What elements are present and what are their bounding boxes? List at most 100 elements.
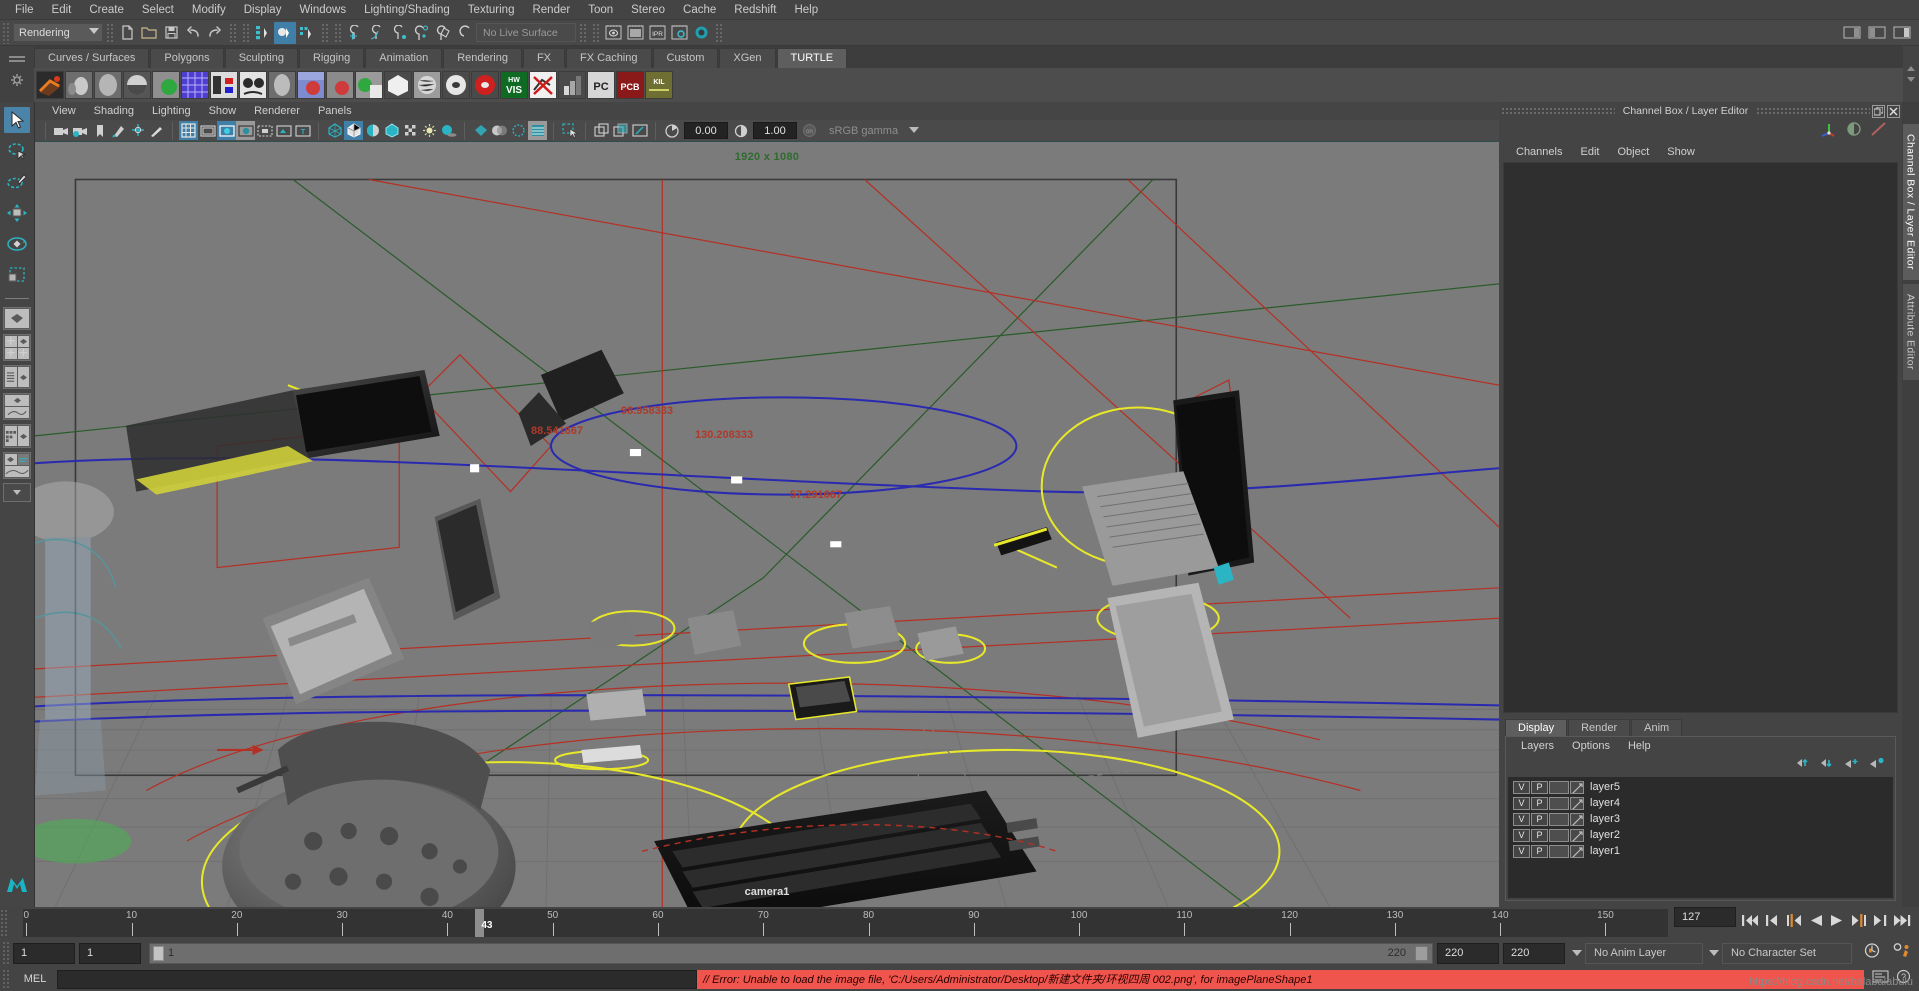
viewport-menu-renderer[interactable]: Renderer xyxy=(245,105,309,117)
layout-outliner-persp[interactable] xyxy=(3,365,31,389)
panel-drag-dots-left[interactable] xyxy=(1501,106,1615,116)
redo-icon[interactable] xyxy=(204,22,226,44)
contrast-toggle-icon[interactable] xyxy=(1846,121,1862,142)
exposure-field[interactable]: 0.00 xyxy=(684,122,728,139)
grid-toggle-icon[interactable] xyxy=(179,121,198,140)
channelbox-menu-object[interactable]: Object xyxy=(1608,146,1658,158)
character-set-combobox[interactable]: No Character Set xyxy=(1722,942,1852,964)
step-back-button[interactable] xyxy=(1766,914,1780,932)
shelf-icon-ambient-occlusion[interactable] xyxy=(268,71,296,99)
shadows-toggle-icon[interactable] xyxy=(439,121,458,140)
shelf-tab-rendering[interactable]: Rendering xyxy=(443,48,522,68)
motion-blur-icon[interactable] xyxy=(490,121,509,140)
shelf-icon-bar-chart[interactable] xyxy=(558,71,586,99)
menu-toon[interactable]: Toon xyxy=(579,2,622,18)
table-row[interactable]: V P layer3 xyxy=(1508,811,1893,827)
layout-single-perspective[interactable] xyxy=(3,307,31,330)
shelf-tab-xgen[interactable]: XGen xyxy=(719,48,776,68)
shelf-tab-fx-caching[interactable]: FX Caching xyxy=(566,48,652,68)
shelf-icon-pcb[interactable]: PCB xyxy=(616,71,644,99)
layer-color-swatch[interactable] xyxy=(1570,828,1584,842)
viewport-snapshot-icon[interactable] xyxy=(611,121,630,140)
step-forward-button[interactable] xyxy=(1873,914,1887,932)
use-all-lights-icon[interactable] xyxy=(420,121,439,140)
snap-to-grid-icon[interactable] xyxy=(344,22,366,44)
range-slider-bar[interactable]: 1 220 xyxy=(149,942,1433,964)
wireframe-shading-icon[interactable] xyxy=(325,121,344,140)
render-view-icon[interactable] xyxy=(602,22,624,44)
edit-curve-icon[interactable] xyxy=(1870,121,1888,142)
layer-playback-toggle[interactable]: P xyxy=(1531,828,1548,842)
layer-playback-toggle[interactable]: P xyxy=(1531,812,1548,826)
snap-to-view-plane-icon[interactable] xyxy=(432,22,454,44)
resolution-gate-icon[interactable] xyxy=(217,121,236,140)
show-hide-attribute-editor-icon[interactable] xyxy=(1841,22,1863,44)
table-row[interactable]: V P layer4 xyxy=(1508,795,1893,811)
shelf-icon-torus-red[interactable] xyxy=(471,71,499,99)
layer-name[interactable]: layer1 xyxy=(1590,845,1620,857)
layer-shading-toggle[interactable] xyxy=(1549,812,1569,826)
layout-persp-graph[interactable] xyxy=(3,393,31,420)
anti-alias-icon[interactable] xyxy=(509,121,528,140)
channelbox-menu-show[interactable]: Show xyxy=(1658,146,1704,158)
color-space-combobox[interactable]: sRGB gamma xyxy=(823,122,923,139)
make-live-icon[interactable] xyxy=(454,22,476,44)
layer-shading-toggle[interactable] xyxy=(1549,796,1569,810)
next-key-button[interactable] xyxy=(1851,914,1866,932)
menu-create[interactable]: Create xyxy=(80,2,133,18)
two-d-pan-zoom-icon[interactable] xyxy=(128,121,147,140)
layer-playback-toggle[interactable]: P xyxy=(1531,796,1548,810)
table-row[interactable]: V P layer1 xyxy=(1508,843,1893,859)
color-management-toggle-icon[interactable]: on xyxy=(800,121,819,140)
use-default-material-icon[interactable] xyxy=(382,121,401,140)
channelbox-menu-channels[interactable]: Channels xyxy=(1507,146,1571,158)
layer-name[interactable]: layer4 xyxy=(1590,797,1620,809)
layout-more-button[interactable] xyxy=(3,483,31,502)
layer-color-swatch[interactable] xyxy=(1570,812,1584,826)
display-layer-list[interactable]: V P layer5 V P layer4 V P layer3 V P lay… xyxy=(1508,777,1893,898)
new-scene-icon[interactable] xyxy=(116,22,138,44)
display-layer-copy-icon[interactable] xyxy=(592,121,611,140)
side-tab-attribute-editor[interactable]: Attribute Editor xyxy=(1902,283,1919,380)
viewport-menu-lighting[interactable]: Lighting xyxy=(143,105,200,117)
exposure-icon[interactable] xyxy=(662,121,681,140)
anim-layer-combobox[interactable]: No Anim Layer xyxy=(1585,942,1703,964)
move-layer-up-icon[interactable] xyxy=(1796,756,1811,774)
snap-to-point-icon[interactable] xyxy=(388,22,410,44)
perspective-viewport[interactable]: x y 1920 x 1080 camera1 98.958333 88.541… xyxy=(35,142,1499,907)
go-to-end-button[interactable] xyxy=(1894,914,1911,932)
playback-start-time-field[interactable]: 1 xyxy=(79,942,141,964)
move-tool-button[interactable] xyxy=(4,200,30,226)
save-scene-icon[interactable] xyxy=(160,22,182,44)
layer-shading-toggle[interactable] xyxy=(1549,828,1569,842)
animation-end-time-field[interactable]: 220 xyxy=(1503,942,1565,964)
layer-playback-toggle[interactable]: P xyxy=(1531,780,1548,794)
gate-mask-icon[interactable] xyxy=(236,121,255,140)
layer-name[interactable]: layer3 xyxy=(1590,813,1620,825)
undo-icon[interactable] xyxy=(182,22,204,44)
go-to-start-button[interactable] xyxy=(1742,914,1759,932)
film-gate-mask-icon[interactable] xyxy=(255,121,274,140)
layer-tab-anim[interactable]: Anim xyxy=(1631,719,1683,736)
menu-redshift[interactable]: Redshift xyxy=(725,2,785,18)
playback-end-time-field[interactable]: 220 xyxy=(1437,942,1499,964)
shelf-scroll-up-icon[interactable] xyxy=(1907,66,1915,71)
select-tool-button[interactable] xyxy=(4,107,30,133)
command-line-grip[interactable] xyxy=(2,969,11,989)
shelf-tab-fx[interactable]: FX xyxy=(522,48,566,68)
show-hide-tool-settings-icon[interactable] xyxy=(1866,22,1888,44)
shelf-icon-render-preview-1[interactable] xyxy=(297,71,325,99)
shelf-icon-render-preview-2[interactable] xyxy=(326,71,354,99)
isolate-select-icon[interactable] xyxy=(560,121,579,140)
table-row[interactable]: V P layer5 xyxy=(1508,779,1893,795)
menu-help[interactable]: Help xyxy=(785,2,827,18)
shade-wireframe-icon[interactable] xyxy=(363,121,382,140)
display-textures-icon[interactable] xyxy=(528,121,547,140)
smooth-shade-all-icon[interactable] xyxy=(344,121,363,140)
shelf-icon-texture-bake[interactable] xyxy=(210,71,238,99)
animation-preferences-icon[interactable] xyxy=(1892,942,1911,964)
layer-menu-layers[interactable]: Layers xyxy=(1512,740,1563,752)
layer-shading-toggle[interactable] xyxy=(1549,844,1569,858)
viewport-region-icon[interactable] xyxy=(630,121,649,140)
script-language-label[interactable]: MEL xyxy=(13,973,57,985)
